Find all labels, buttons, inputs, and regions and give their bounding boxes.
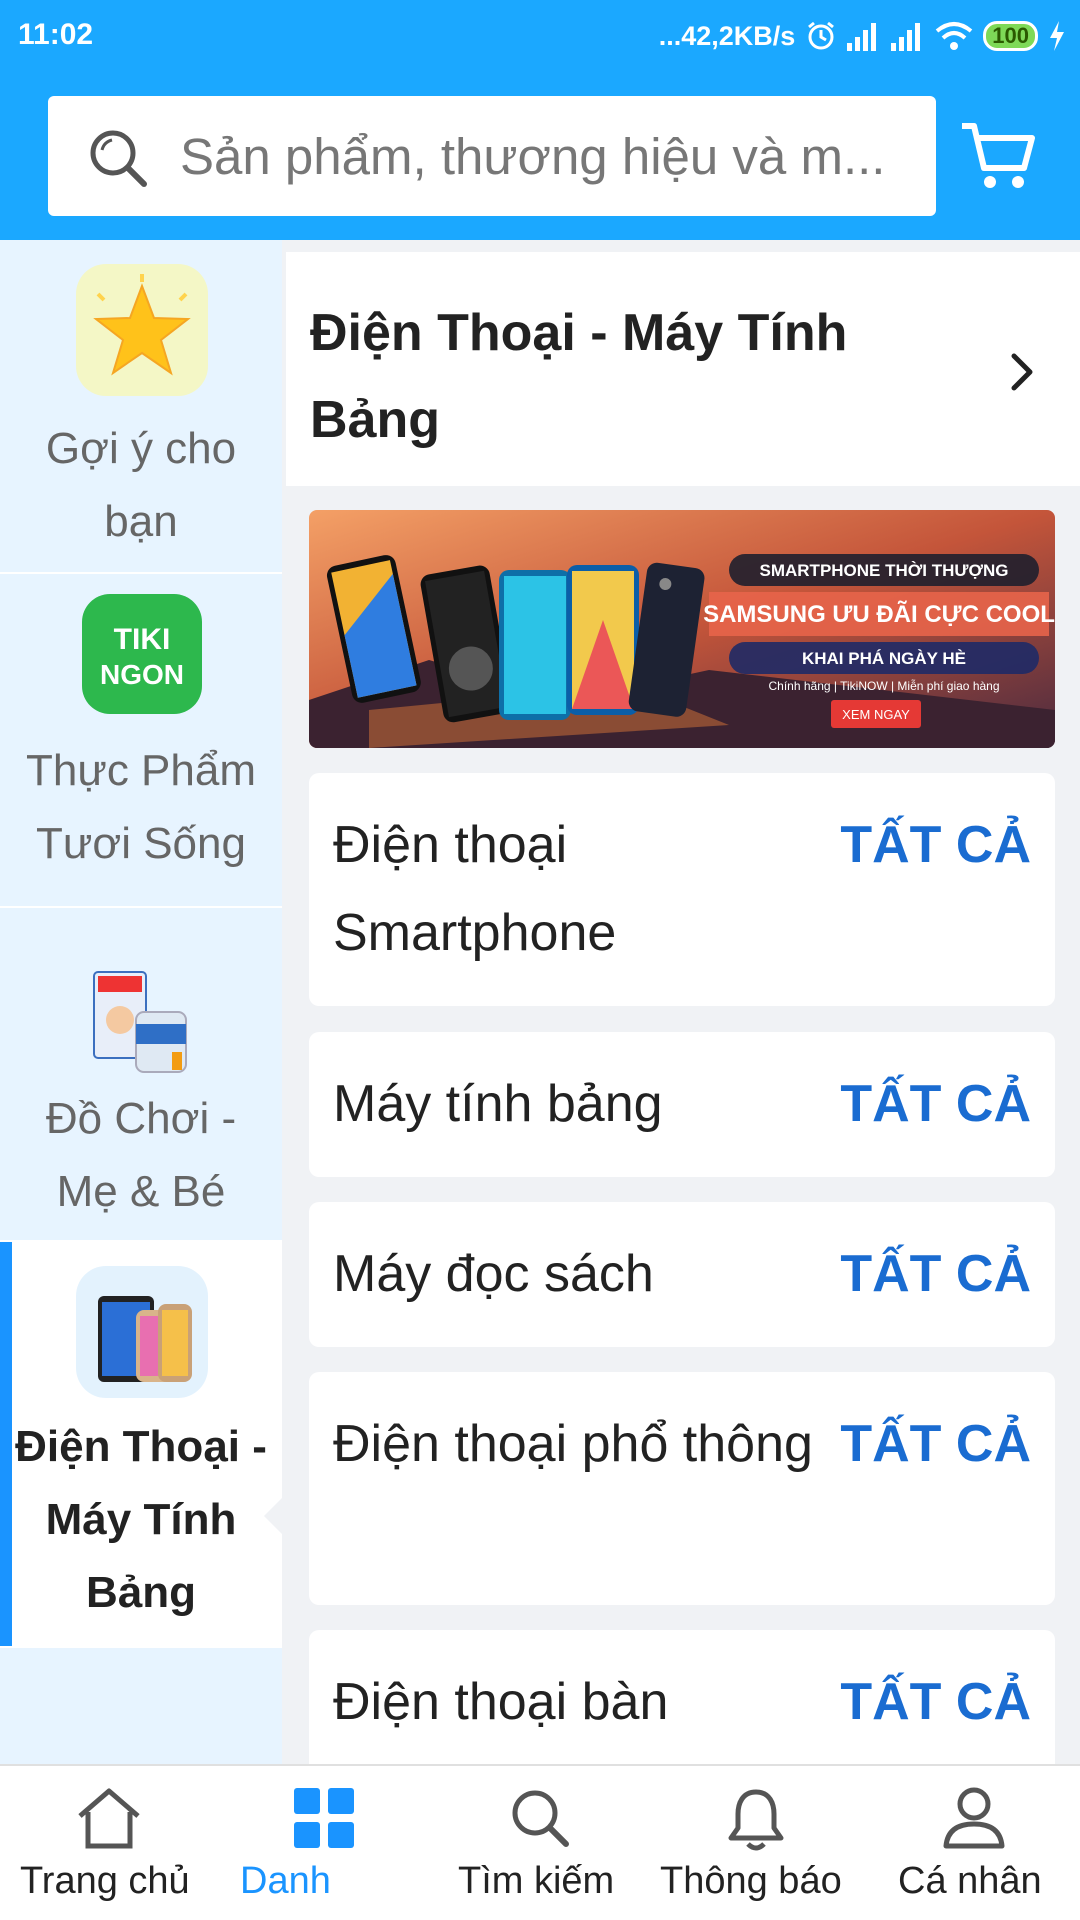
signal-icon: [847, 21, 881, 51]
grid-icon: [292, 1786, 356, 1855]
battery-icon: 100: [983, 21, 1038, 51]
view-all-link[interactable]: TẤT CẢ: [840, 1230, 1031, 1318]
category-card[interactable]: Máy đọc sách TẤT CẢ: [309, 1202, 1055, 1347]
status-time: 11:02: [18, 18, 94, 51]
banner-line-4: Chính hãng | TikiNOW | Miễn phí giao hàn…: [768, 678, 999, 693]
sidebar-item-label: Đồ Chơi - Mẹ & Bé: [45, 1094, 237, 1216]
promo-banner[interactable]: SMARTPHONE THỜI THƯỢNG SAMSUNG ƯU ĐÃI CỰ…: [309, 510, 1055, 748]
phones-icon: [76, 1266, 208, 1398]
page-title: Điện Thoại - Máy Tính Bảng: [310, 304, 848, 449]
network-speed: ...42,2KB/s: [658, 20, 796, 51]
category-header[interactable]: Điện Thoại - Máy Tính Bảng: [286, 252, 1080, 486]
category-card[interactable]: Máy tính bảng TẤT CẢ: [309, 1032, 1055, 1177]
active-notch: [264, 1494, 286, 1538]
signal-icon: [891, 21, 925, 51]
tiki-ngon-logo: TIKI NGON: [82, 594, 202, 714]
category-name: Điện thoại bàn: [333, 1673, 669, 1731]
category-name: Điện thoại Smartphone: [333, 816, 617, 962]
search-icon: [86, 126, 150, 195]
app-header: 11:02 ...42,2KB/s 100 Sản phẩm, thương h…: [0, 0, 1080, 240]
svg-text:NGON: NGON: [100, 659, 184, 690]
bottom-nav: Trang chủ Danh Tìm kiếm Thông báo Cá nhâ…: [0, 1764, 1080, 1920]
nav-home[interactable]: Trang chủ: [0, 1766, 216, 1920]
nav-profile[interactable]: Cá nhân: [864, 1766, 1080, 1920]
bell-icon: [726, 1786, 786, 1857]
view-all-link[interactable]: TẤT CẢ: [840, 801, 1031, 889]
svg-text:TIKI: TIKI: [114, 623, 171, 656]
cart-button[interactable]: [958, 116, 1038, 196]
category-sidebar: Gợi ý cho bạn TIKI NGON Thực Phẩm Tươi Số…: [0, 240, 282, 1764]
category-name: Máy đọc sách: [333, 1245, 654, 1303]
nav-label: Cá nhân: [898, 1860, 1042, 1902]
phone-images: [326, 555, 705, 723]
category-card[interactable]: Điện thoại Smartphone TẤT CẢ: [309, 773, 1055, 1006]
banner-line-2: SAMSUNG ƯU ĐÃI CỰC COOL: [703, 600, 1055, 628]
sidebar-item-label: Thực Phẩm Tươi Sống: [26, 746, 256, 868]
star-icon: [76, 264, 208, 396]
search-icon: [508, 1786, 572, 1855]
sidebar-item-phones-tablets[interactable]: Điện Thoại - Máy Tính Bảng: [0, 1242, 282, 1648]
status-icons: ...42,2KB/s 100: [659, 16, 1066, 56]
wifi-icon: [935, 21, 973, 51]
sidebar-item-suggestions[interactable]: Gợi ý cho bạn: [0, 240, 282, 574]
baby-products-icon: [86, 968, 196, 1078]
home-icon: [74, 1786, 144, 1855]
banner-cta: XEM NGAY: [842, 707, 910, 722]
nav-label: Danh: [240, 1860, 331, 1902]
view-all-link[interactable]: TẤT CẢ: [840, 1400, 1031, 1488]
sidebar-item-toys-baby[interactable]: Đồ Chơi - Mẹ & Bé: [0, 908, 282, 1242]
status-bar: 11:02 ...42,2KB/s 100: [0, 0, 1080, 72]
nav-label: Thông báo: [660, 1860, 842, 1902]
charging-icon: [1048, 21, 1066, 51]
sidebar-item-label: Điện Thoại - Máy Tính Bảng: [15, 1422, 267, 1617]
banner-line-1: SMARTPHONE THỜI THƯỢNG: [760, 561, 1009, 580]
nav-search[interactable]: Tìm kiếm: [432, 1766, 648, 1920]
category-card[interactable]: Điện thoại phổ thông TẤT CẢ: [309, 1372, 1055, 1605]
view-all-link[interactable]: TẤT CẢ: [840, 1658, 1031, 1746]
nav-categories[interactable]: Danh: [216, 1766, 432, 1920]
nav-label: Tìm kiếm: [458, 1860, 615, 1902]
alarm-icon: [805, 20, 837, 52]
chevron-right-icon: [1008, 352, 1036, 397]
category-name: Máy tính bảng: [333, 1075, 663, 1133]
sidebar-item-label: Gợi ý cho bạn: [45, 424, 237, 546]
category-name: Điện thoại phổ thông: [333, 1415, 813, 1473]
cart-icon: [962, 123, 1035, 188]
nav-label: Trang chủ: [20, 1860, 190, 1902]
search-input[interactable]: Sản phẩm, thương hiệu và m...: [48, 96, 936, 216]
nav-notifications[interactable]: Thông báo: [648, 1766, 864, 1920]
search-placeholder: Sản phẩm, thương hiệu và m...: [180, 128, 886, 185]
sidebar-item-fresh-food[interactable]: TIKI NGON Thực Phẩm Tươi Sống: [0, 574, 282, 908]
user-icon: [942, 1786, 1006, 1855]
banner-line-3: KHAI PHÁ NGÀY HÈ: [802, 649, 966, 668]
view-all-link[interactable]: TẤT CẢ: [840, 1060, 1031, 1148]
